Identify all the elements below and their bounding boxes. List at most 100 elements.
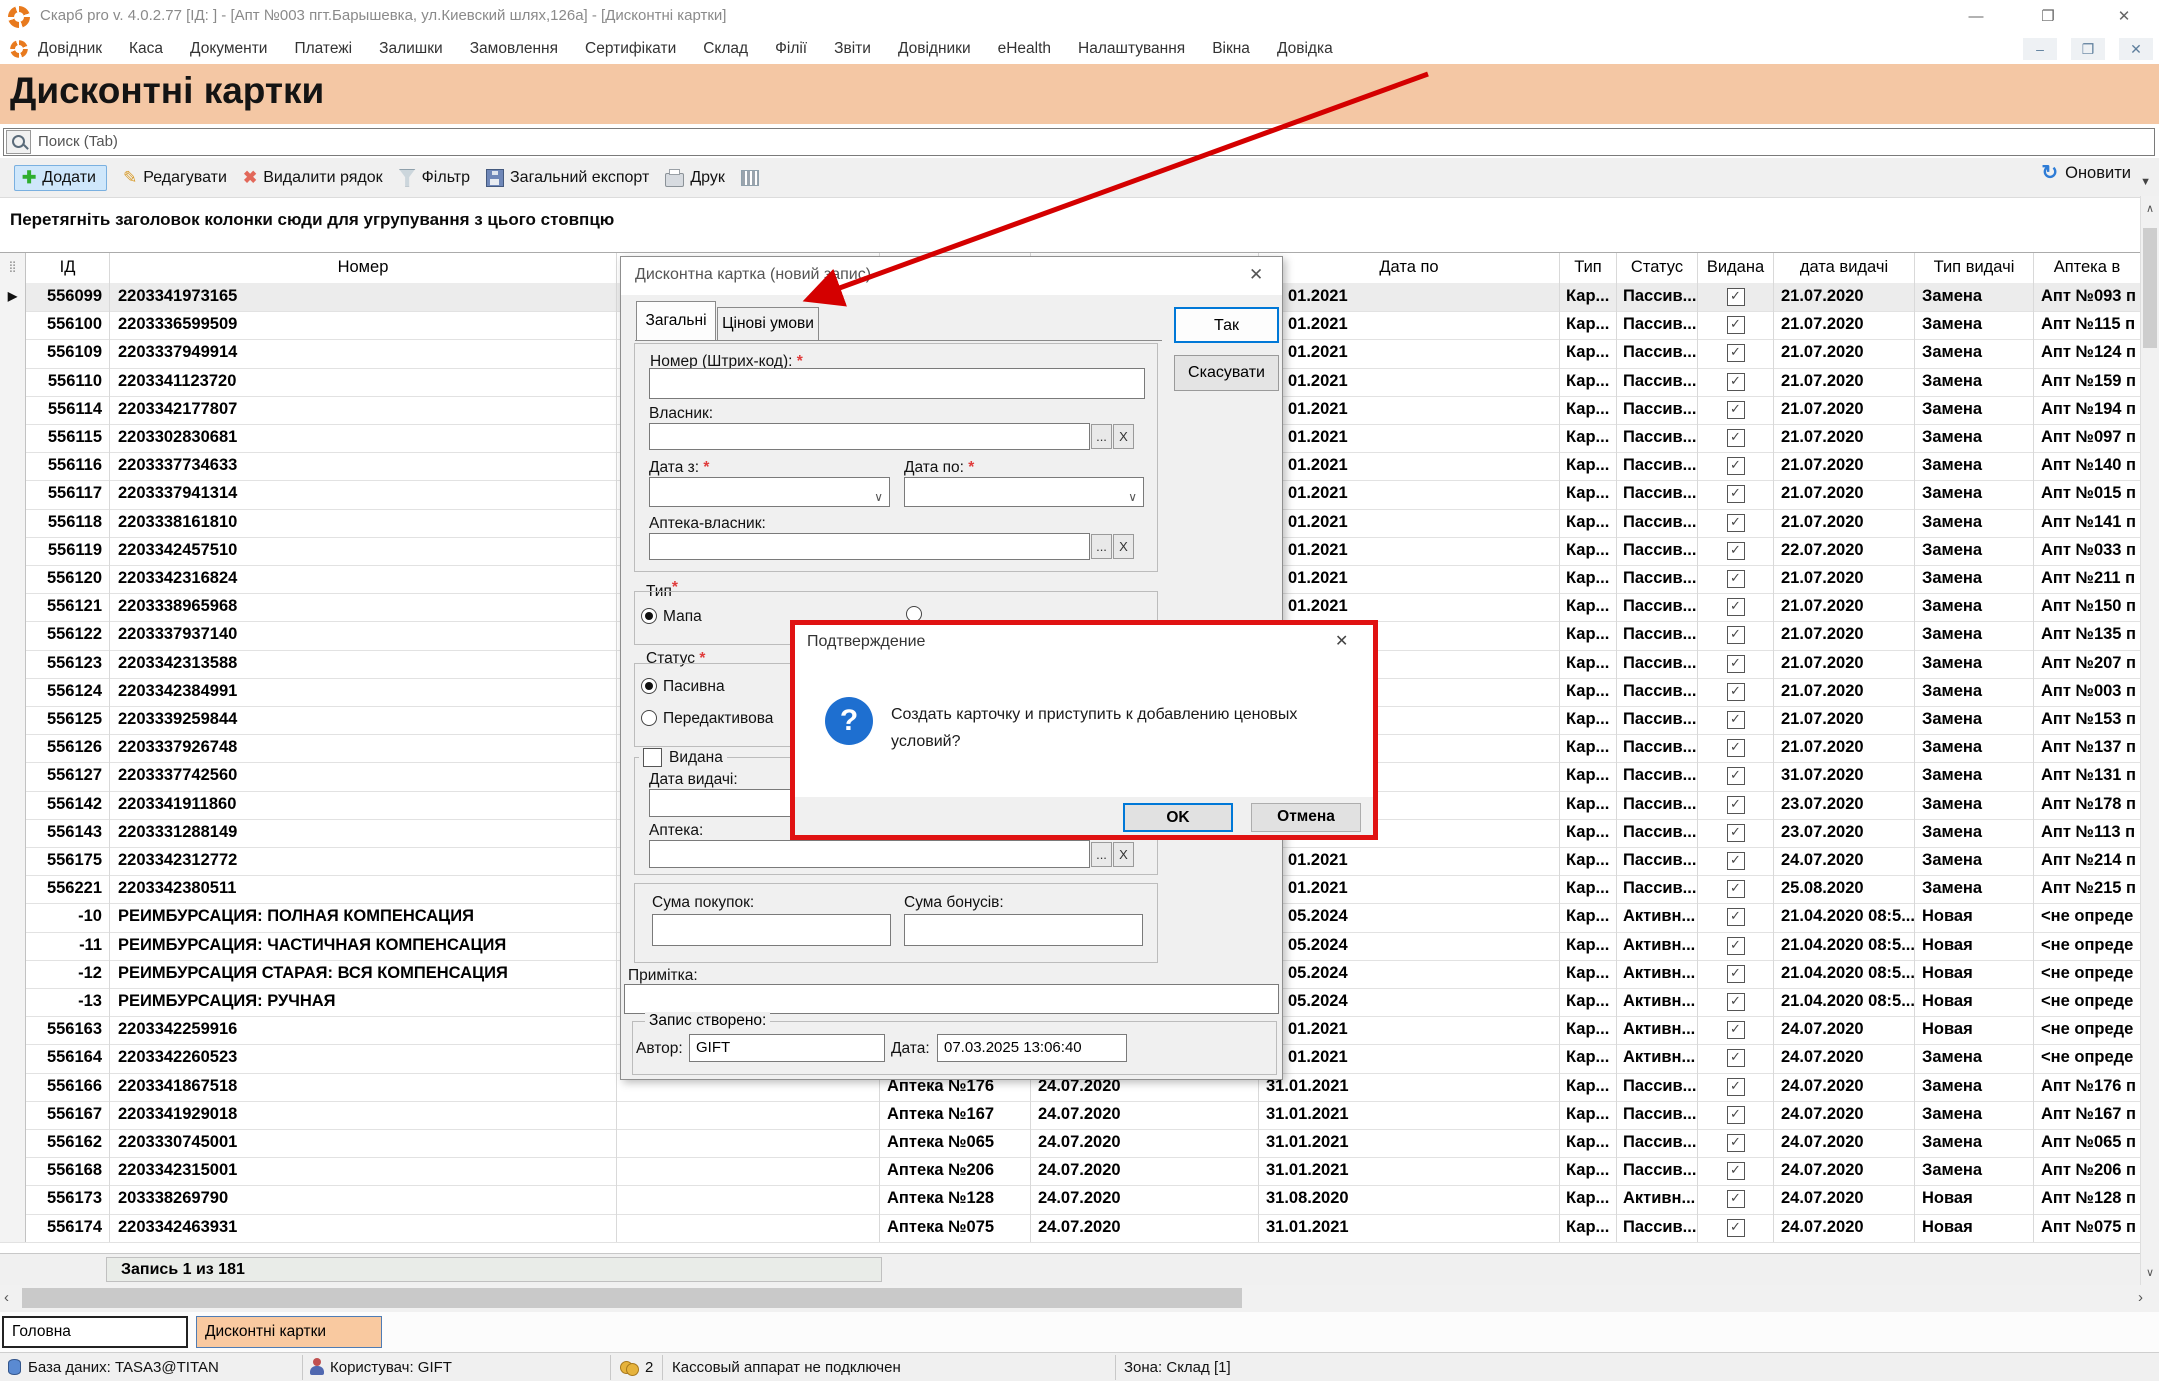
table-row[interactable]: 5561672203341929018Аптека №16724.07.2020… xyxy=(0,1101,2140,1130)
cell-chk: ✓ xyxy=(1698,452,1774,480)
issued-checkbox[interactable]: ✓ xyxy=(1727,1219,1745,1237)
cell-chk: ✓ xyxy=(1698,819,1774,847)
issued-checkbox[interactable]: ✓ xyxy=(1727,344,1745,362)
issued-checkbox[interactable]: ✓ xyxy=(1727,570,1745,588)
owner-clear-button[interactable]: X xyxy=(1113,424,1134,449)
owner-lookup-button[interactable]: ... xyxy=(1091,424,1112,449)
table-row[interactable]: 5561742203342463931Аптека №07524.07.2020… xyxy=(0,1214,2140,1243)
date-from-combo[interactable]: ∨ xyxy=(649,477,890,507)
confirmation-close-icon[interactable]: ✕ xyxy=(1335,631,1348,651)
ok-button[interactable]: OK xyxy=(1123,803,1233,832)
issued-checkbox[interactable]: ✓ xyxy=(1727,1049,1745,1067)
issued-checkbox[interactable]: ✓ xyxy=(1727,937,1745,955)
issued-checkbox[interactable]: ✓ xyxy=(1727,965,1745,983)
scroll-right-icon[interactable]: › xyxy=(2138,1289,2143,1306)
issued-checkbox[interactable]: ✓ xyxy=(1727,373,1745,391)
date-to-combo[interactable]: ∨ xyxy=(904,477,1144,507)
column-header-date-to[interactable]: Дата по xyxy=(1259,253,1560,284)
cell-num: 2203341911860 xyxy=(110,791,617,819)
cell-ti: Замена xyxy=(1915,847,2034,875)
barcode-input[interactable] xyxy=(649,368,1145,399)
scroll-up-icon[interactable]: ∧ xyxy=(2141,202,2159,215)
row-selector-header[interactable]: ⣿ xyxy=(0,253,26,284)
horizontal-scrollbar[interactable]: ‹ › xyxy=(0,1285,2159,1312)
cancel-button[interactable]: Скасувати xyxy=(1174,355,1279,391)
issued-checkbox[interactable]: ✓ xyxy=(1727,1021,1745,1039)
note-input[interactable] xyxy=(624,984,1279,1014)
table-row[interactable]: 5561682203342315001Аптека №20624.07.2020… xyxy=(0,1157,2140,1186)
column-header-number[interactable]: Номер xyxy=(110,253,617,284)
issued-checkbox[interactable]: ✓ xyxy=(1727,542,1745,560)
issued-checkbox[interactable]: ✓ xyxy=(1727,739,1745,757)
confirm-cancel-button[interactable]: Отмена xyxy=(1251,803,1361,832)
issued-checkbox[interactable]: ✓ xyxy=(1727,880,1745,898)
owner-pharmacy-input[interactable] xyxy=(649,533,1090,560)
issued-checkbox[interactable]: ✓ xyxy=(1727,514,1745,532)
column-header-issue-pharmacy[interactable]: Аптека в xyxy=(2034,253,2140,284)
table-row[interactable]: 556173203338269790Аптека №12824.07.20203… xyxy=(0,1185,2140,1214)
owner-pharmacy-clear-button[interactable]: X xyxy=(1113,534,1134,559)
issued-checkbox[interactable]: ✓ xyxy=(1727,288,1745,306)
chevron-down-icon[interactable]: ∨ xyxy=(874,485,883,507)
issued-checkbox[interactable]: ✓ xyxy=(1727,683,1745,701)
column-header-status[interactable]: Статус xyxy=(1617,253,1698,284)
issued-checkbox[interactable]: ✓ xyxy=(1727,993,1745,1011)
issued-checkbox[interactable]: ✓ xyxy=(1727,796,1745,814)
chevron-down-icon[interactable]: ∨ xyxy=(1128,485,1137,507)
column-header-issue-type[interactable]: Тип видачі xyxy=(1915,253,2034,284)
pharmacy-clear-button[interactable]: X xyxy=(1113,842,1134,867)
column-header-type[interactable]: Тип xyxy=(1560,253,1617,284)
issued-checkbox[interactable]: ✓ xyxy=(1727,767,1745,785)
dialog-title: Дисконтна картка (новий запис) xyxy=(635,266,871,284)
issued-checkbox[interactable]: ✓ xyxy=(1727,1134,1745,1152)
issued-checkbox[interactable]: ✓ xyxy=(1727,1078,1745,1096)
scroll-left-icon[interactable]: ‹ xyxy=(4,1289,9,1306)
tab-general[interactable]: Загальні xyxy=(636,301,716,341)
cell-st: Пассив... xyxy=(1617,509,1698,537)
cell-av: <не опреде xyxy=(2034,932,2140,960)
pharmacy-input[interactable] xyxy=(649,840,1090,868)
issued-checkbox[interactable]: ✓ xyxy=(1727,655,1745,673)
issued-checkbox[interactable] xyxy=(643,748,662,767)
issued-checkbox[interactable]: ✓ xyxy=(1727,626,1745,644)
issued-checkbox[interactable]: ✓ xyxy=(1727,852,1745,870)
owner-input[interactable] xyxy=(649,423,1090,450)
issued-checkbox[interactable]: ✓ xyxy=(1727,1162,1745,1180)
dialog-close-icon[interactable]: ✕ xyxy=(1249,265,1263,285)
issued-checkbox[interactable]: ✓ xyxy=(1727,711,1745,729)
column-header-issue-date[interactable]: дата видачі xyxy=(1774,253,1915,284)
confirmation-title: Подтверждение xyxy=(807,633,925,651)
table-row[interactable]: 5561622203330745001Аптека №06524.07.2020… xyxy=(0,1129,2140,1158)
cell-st: Пассив... xyxy=(1617,283,1698,311)
issued-checkbox[interactable]: ✓ xyxy=(1727,457,1745,475)
purchases-input[interactable] xyxy=(652,914,891,946)
yes-button[interactable]: Так xyxy=(1174,307,1279,343)
pharmacy-lookup-button[interactable]: ... xyxy=(1091,842,1112,867)
bonuses-input[interactable] xyxy=(904,914,1143,946)
created-date-input[interactable]: 07.03.2025 13:06:40 xyxy=(937,1034,1127,1062)
horizontal-scroll-thumb[interactable] xyxy=(22,1288,1242,1308)
cell-av: Апт №140 п xyxy=(2034,452,2140,480)
owner-pharmacy-lookup-button[interactable]: ... xyxy=(1091,534,1112,559)
column-header-id[interactable]: ІД xyxy=(26,253,110,284)
issued-checkbox[interactable]: ✓ xyxy=(1727,316,1745,334)
tab-price-conditions[interactable]: Цінові умови xyxy=(717,307,819,341)
type-map-radio[interactable] xyxy=(641,608,657,624)
issued-checkbox[interactable]: ✓ xyxy=(1727,401,1745,419)
vertical-scroll-thumb[interactable] xyxy=(2143,228,2157,348)
scroll-down-icon[interactable]: ∨ xyxy=(2141,1266,2159,1279)
status-passive-radio[interactable] xyxy=(641,678,657,694)
author-input[interactable]: GIFT xyxy=(689,1034,885,1062)
issued-checkbox[interactable]: ✓ xyxy=(1727,908,1745,926)
issued-checkbox[interactable]: ✓ xyxy=(1727,824,1745,842)
column-header-issued[interactable]: Видана xyxy=(1698,253,1774,284)
status-preactivated-radio[interactable] xyxy=(641,710,657,726)
issued-checkbox[interactable]: ✓ xyxy=(1727,485,1745,503)
cell-num: 2203342259916 xyxy=(110,1016,617,1044)
issued-checkbox[interactable]: ✓ xyxy=(1727,1106,1745,1124)
issued-checkbox[interactable]: ✓ xyxy=(1727,429,1745,447)
cell-tip: Кар... xyxy=(1560,1185,1617,1213)
vertical-scrollbar[interactable]: ∧ ∨ xyxy=(2140,196,2159,1285)
issued-checkbox[interactable]: ✓ xyxy=(1727,1190,1745,1208)
issued-checkbox[interactable]: ✓ xyxy=(1727,598,1745,616)
